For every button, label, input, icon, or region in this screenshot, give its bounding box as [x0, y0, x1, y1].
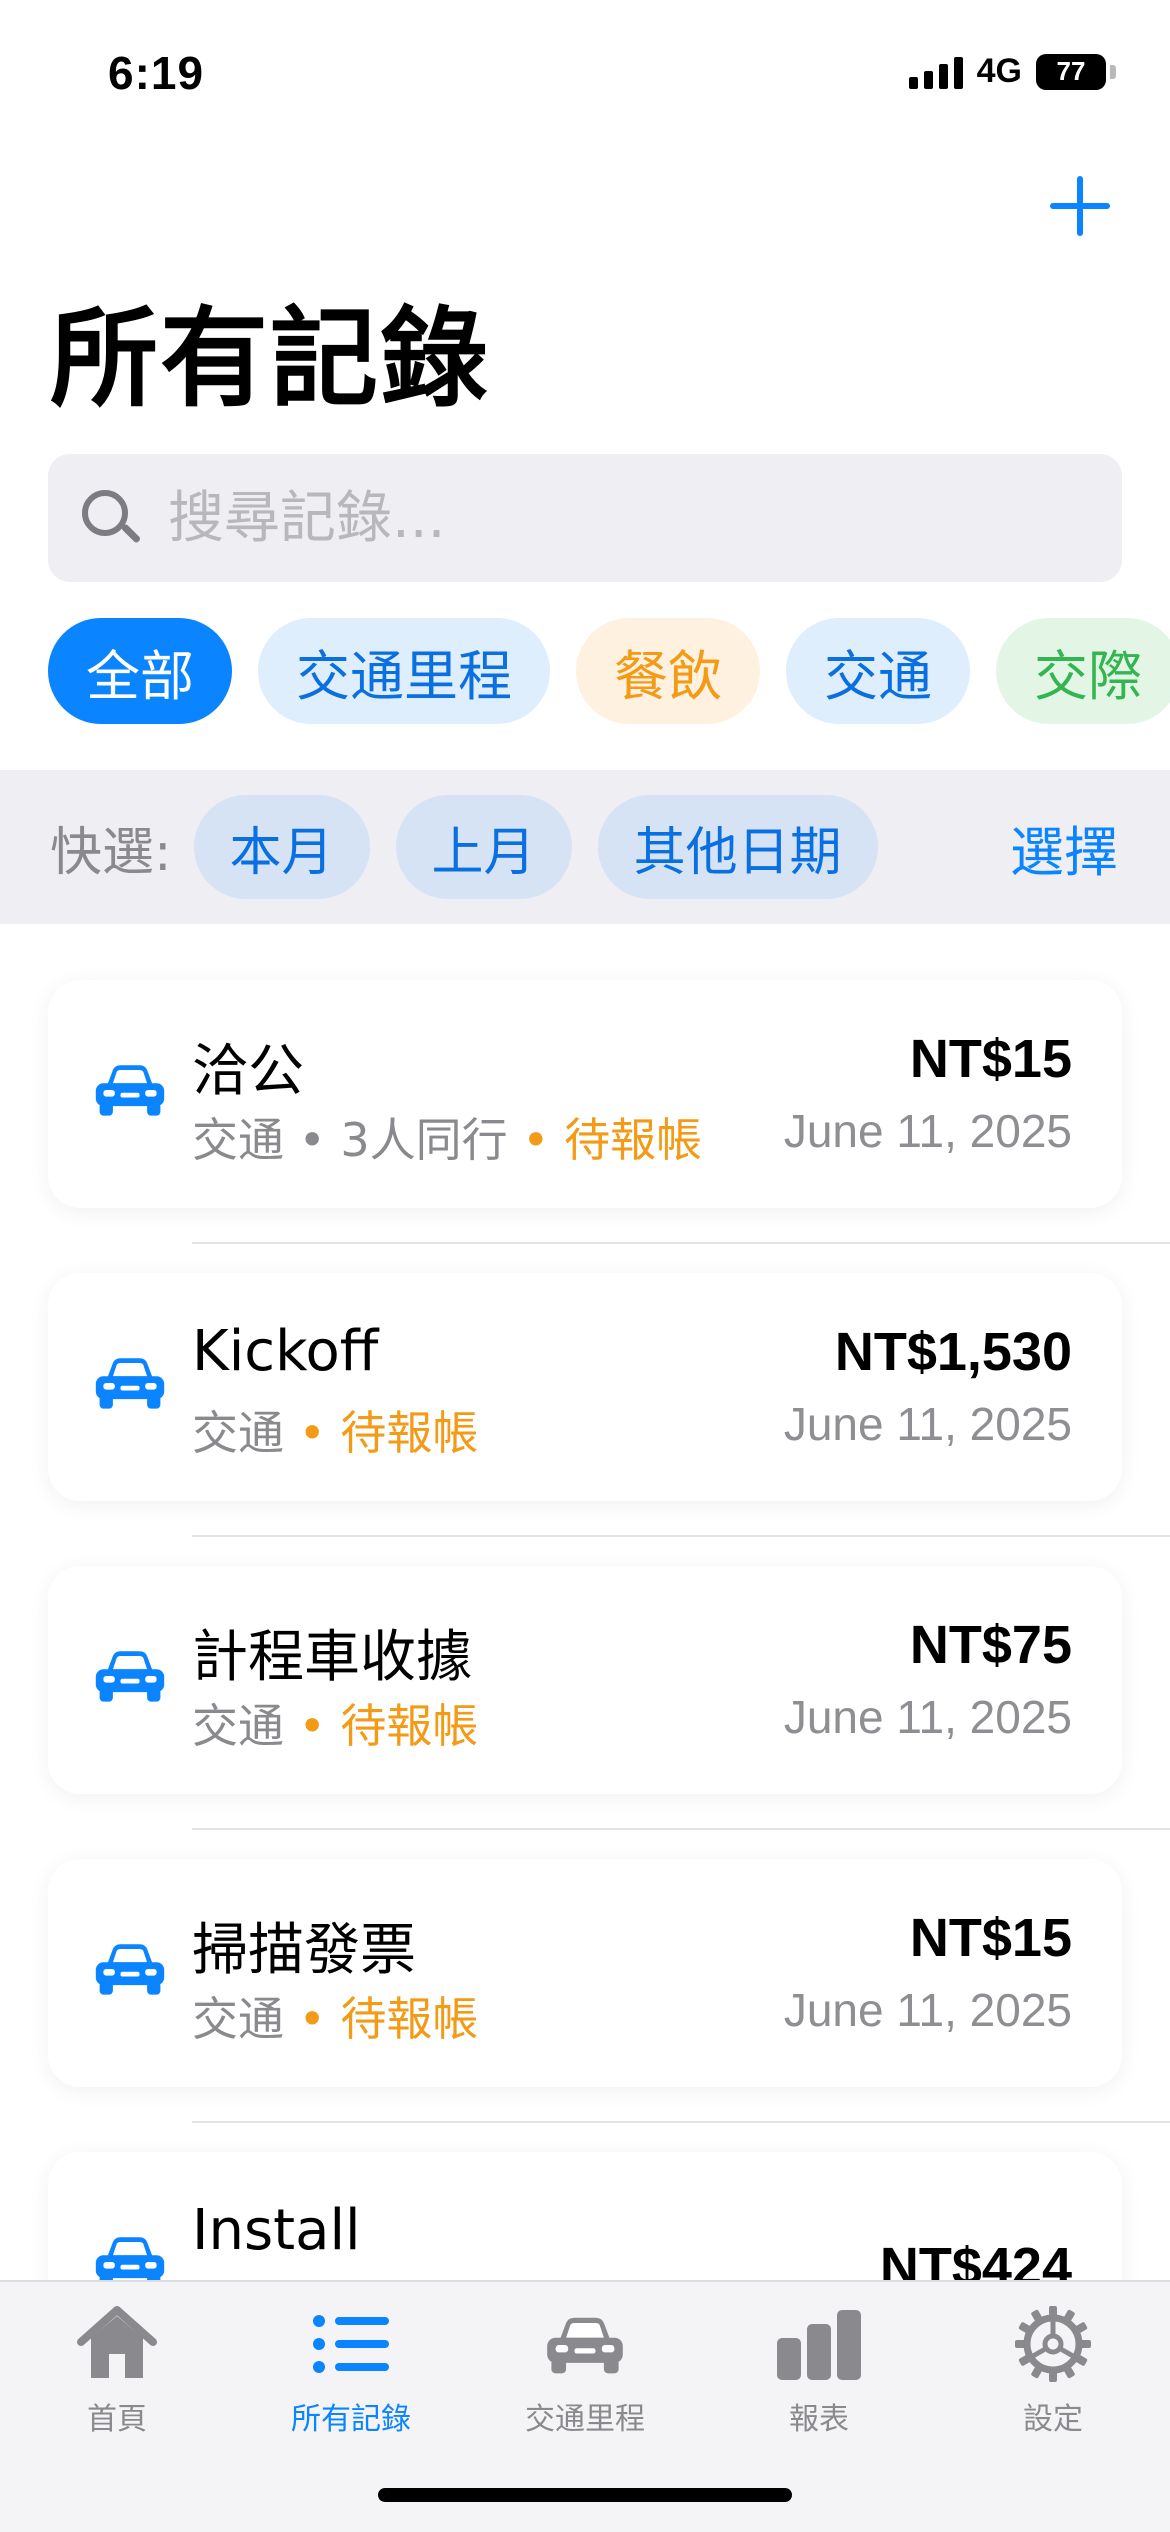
- tab-label: 設定: [1023, 2402, 1083, 2437]
- list-icon: [309, 2298, 393, 2390]
- category-chip-2[interactable]: 餐飲: [576, 618, 760, 724]
- record-date: June 11, 2025: [783, 1984, 1072, 2036]
- record-title: 洽公: [192, 1039, 304, 1104]
- record-category: 交通: [192, 1113, 284, 1167]
- record-status: 待報帳: [340, 1992, 479, 2046]
- category-chip-1[interactable]: 交通里程: [258, 618, 550, 724]
- category-chip-4[interactable]: 交際: [996, 618, 1170, 724]
- gear-icon: [1013, 2298, 1093, 2390]
- status-indicators: 4G 77: [908, 52, 1116, 91]
- car-icon: [543, 2298, 627, 2390]
- record-amount: NT$75: [909, 1615, 1072, 1675]
- record-card[interactable]: 計程車收據 交通 • 待報帳 NT$75 June 11, 2025: [48, 1566, 1122, 1794]
- home-indicator: [378, 2488, 792, 2502]
- house-icon: [75, 2298, 159, 2390]
- quick-select-bar: 快選: 本月 上月 其他日期 選擇: [0, 770, 1170, 924]
- record-date: June 11, 2025: [783, 1105, 1072, 1157]
- record-status: 待報帳: [564, 1113, 703, 1167]
- record-title: Install: [192, 2198, 361, 2263]
- cellular-signal-icon: [908, 55, 963, 89]
- car-icon: [92, 1353, 168, 1416]
- meta-separator: •: [284, 1406, 341, 1460]
- choose-date-button[interactable]: 選擇: [1010, 795, 1118, 899]
- record-meta: 交通 • 待報帳: [192, 1983, 478, 2049]
- car-icon: [92, 1646, 168, 1709]
- search-input[interactable]: [168, 485, 1068, 551]
- battery-cap: [1110, 64, 1116, 79]
- category-chip-0[interactable]: 全部: [48, 618, 232, 724]
- page-title: 所有記錄: [50, 298, 491, 419]
- car-icon: [92, 1060, 168, 1123]
- record-title: 掃描發票: [192, 1918, 416, 1983]
- record-companions: 3人同行: [340, 1113, 508, 1167]
- car-icon: [92, 1939, 168, 2002]
- tab-label: 所有記錄: [291, 2402, 411, 2437]
- record-divider: [192, 1242, 1170, 1244]
- record-card[interactable]: 掃描發票 交通 • 待報帳 NT$15 June 11, 2025: [48, 1859, 1122, 2087]
- quick-select-other-dates[interactable]: 其他日期: [597, 795, 878, 899]
- record-meta: 交通 • 待報帳: [192, 1397, 478, 1463]
- record-amount: NT$15: [909, 1029, 1072, 1089]
- record-meta: 交通 • 3人同行 • 待報帳: [192, 1104, 702, 1170]
- tab-label: 首頁: [87, 2402, 147, 2437]
- search-bar[interactable]: [48, 454, 1122, 582]
- status-bar: 6:19 4G 77: [0, 0, 1170, 150]
- record-status: 待報帳: [340, 1406, 479, 1460]
- record-category: 交通: [192, 1406, 284, 1460]
- tab-house[interactable]: 首頁: [0, 2298, 234, 2448]
- tab-gear[interactable]: 設定: [936, 2298, 1170, 2448]
- tab-list[interactable]: 所有記錄: [234, 2298, 468, 2448]
- record-amount: NT$15: [909, 1908, 1072, 1968]
- tab-label: 交通里程: [525, 2402, 645, 2437]
- tab-bar-chart[interactable]: 報表: [702, 2298, 936, 2448]
- battery-level: 77: [1056, 56, 1086, 86]
- tab-label: 報表: [789, 2402, 849, 2437]
- record-amount: NT$1,530: [834, 1322, 1072, 1382]
- meta-separator: •: [284, 1113, 341, 1167]
- category-filter-chips: 全部 交通里程 餐飲 交通 交際: [48, 618, 1170, 724]
- search-icon: [78, 486, 142, 550]
- tab-car[interactable]: 交通里程: [468, 2298, 702, 2448]
- record-card[interactable]: Kickoff 交通 • 待報帳 NT$1,530 June 11, 2025: [48, 1273, 1122, 1501]
- record-divider: [192, 1535, 1170, 1537]
- quick-select-this-month[interactable]: 本月: [193, 795, 370, 899]
- quick-select-last-month[interactable]: 上月: [395, 795, 572, 899]
- record-category: 交通: [192, 1992, 284, 2046]
- record-divider: [192, 1828, 1170, 1830]
- record-divider: [192, 2121, 1170, 2123]
- record-category: 交通: [192, 1699, 284, 1753]
- record-title: Kickoff: [192, 1319, 379, 1384]
- battery-icon: 77: [1036, 53, 1106, 90]
- record-status: 待報帳: [340, 1699, 479, 1753]
- record-date: June 11, 2025: [783, 1691, 1072, 1743]
- category-chip-3[interactable]: 交通: [786, 618, 970, 724]
- status-time: 6:19: [108, 47, 205, 99]
- meta-separator: •: [507, 1113, 565, 1167]
- quick-select-label: 快選:: [50, 822, 172, 883]
- add-record-button[interactable]: [1042, 168, 1118, 244]
- record-date: June 11, 2025: [783, 1398, 1072, 1450]
- meta-separator: •: [284, 1992, 341, 2046]
- record-meta: 交通 • 待報帳: [192, 1690, 478, 1756]
- bar-chart-icon: [775, 2298, 863, 2390]
- meta-separator: •: [284, 1699, 341, 1753]
- record-card[interactable]: 洽公 交通 • 3人同行 • 待報帳 NT$15 June 11, 2025: [48, 980, 1122, 1208]
- network-type: 4G: [976, 52, 1022, 90]
- record-title: 計程車收據: [192, 1625, 472, 1690]
